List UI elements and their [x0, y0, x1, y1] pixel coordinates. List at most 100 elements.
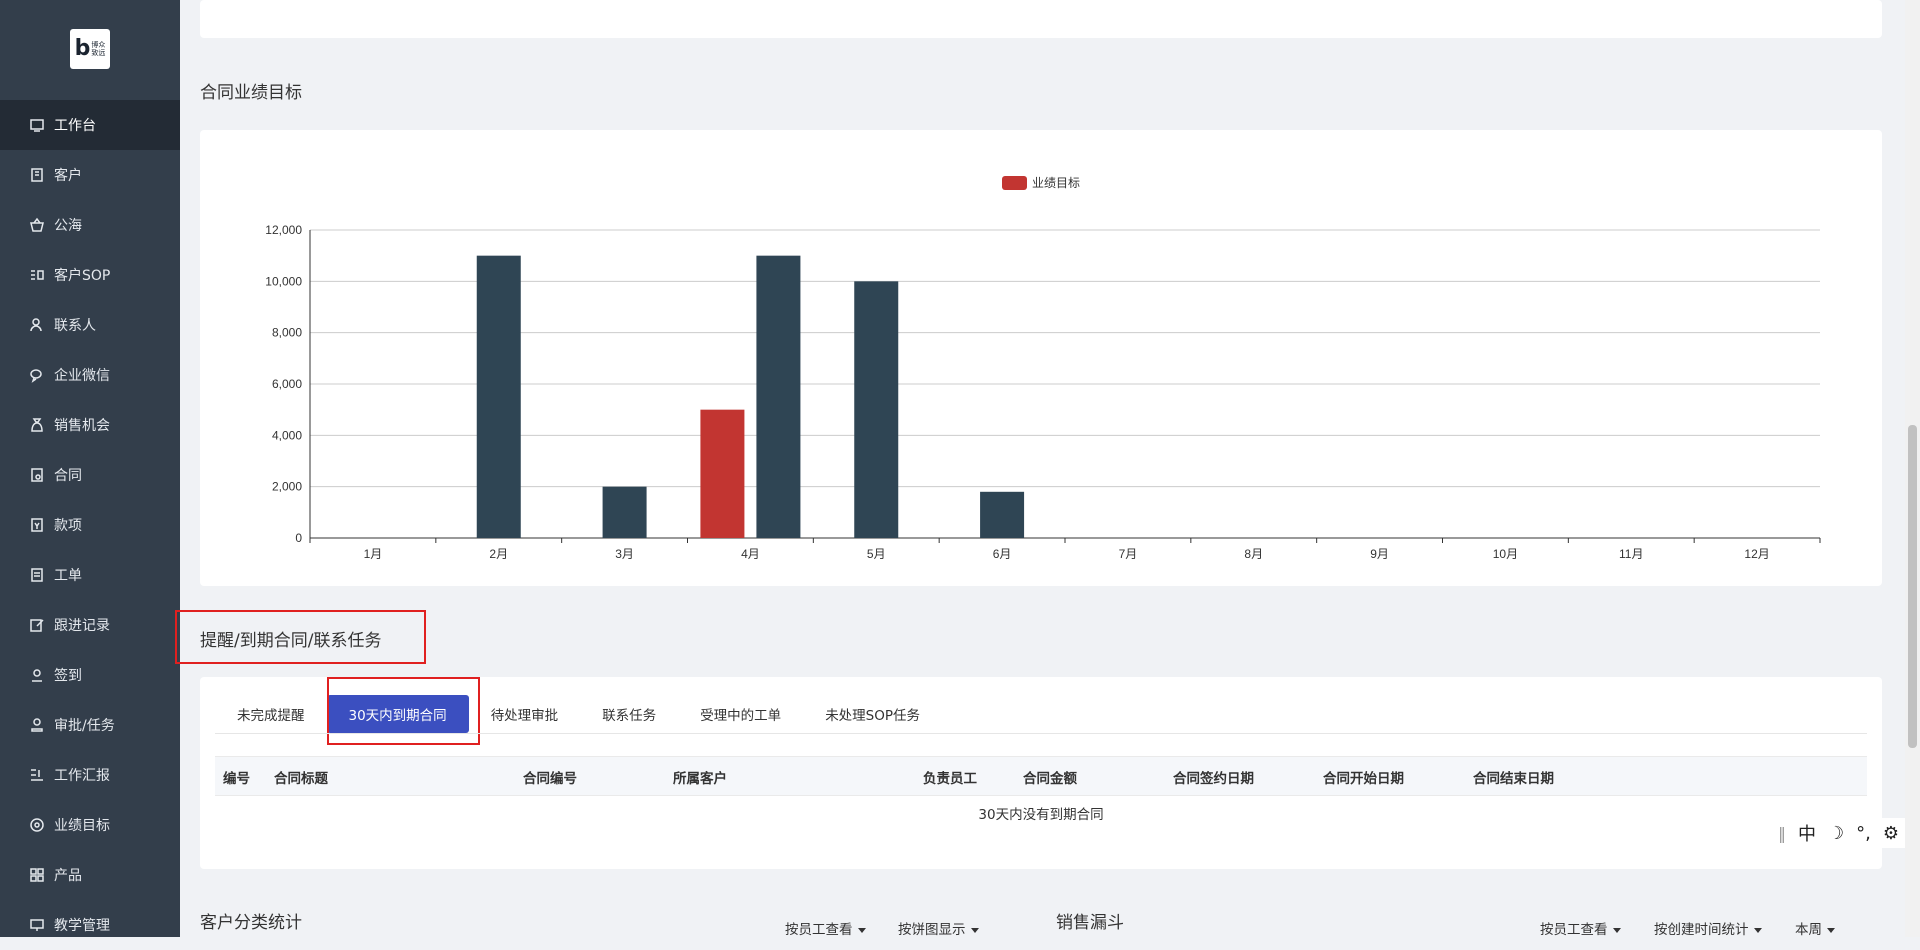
chevron-down-icon: [1612, 927, 1621, 933]
col-end-date: 合同结束日期: [1473, 771, 1554, 787]
money-bag-icon: [28, 416, 46, 434]
customer-by-employee-dropdown[interactable]: 按员工查看: [785, 918, 866, 938]
sidebar-item-label: 审批/任务: [54, 718, 115, 734]
y-tick-label: 2,000: [272, 480, 302, 494]
bar-6月-s1: [980, 491, 1025, 538]
ime-language-toggle[interactable]: 中: [1798, 820, 1816, 846]
logo[interactable]: b 博众 致远: [70, 29, 110, 69]
sidebar-item-label: 企业微信: [54, 368, 110, 384]
grid-icon: [28, 866, 46, 884]
sidebar-item-label: 工单: [54, 568, 82, 584]
x-tick-label: 8月: [1244, 547, 1263, 561]
funnel-title: 销售漏斗: [1056, 913, 1124, 933]
location-icon: [28, 666, 46, 684]
sidebar-item-16[interactable]: 教学管理: [0, 900, 180, 950]
sidebar-item-14[interactable]: 业绩目标: [0, 800, 180, 850]
y-tick-label: 10,000: [265, 274, 302, 288]
sidebar-item-6[interactable]: 销售机会: [0, 400, 180, 450]
sidebar-item-12[interactable]: 审批/任务: [0, 700, 180, 750]
customer-pie-dropdown[interactable]: 按饼图显示: [898, 918, 979, 938]
sidebar-item-label: 签到: [54, 668, 82, 684]
ime-punctuation-toggle[interactable]: °,: [1856, 823, 1871, 844]
tab-unfinished-reminders[interactable]: 未完成提醒: [237, 704, 305, 724]
tab-contact-tasks[interactable]: 联系任务: [602, 704, 656, 724]
sidebar-item-2[interactable]: 公海: [0, 200, 180, 250]
bar-2月-s1: [476, 255, 521, 538]
sidebar-item-label: 工作汇报: [54, 768, 110, 784]
report-icon: [28, 766, 46, 784]
building-icon: [28, 166, 46, 184]
sidebar-item-15[interactable]: 产品: [0, 850, 180, 900]
sidebar-item-5[interactable]: 企业微信: [0, 350, 180, 400]
funnel-period-dropdown[interactable]: 本周: [1795, 918, 1835, 938]
sidebar-item-4[interactable]: 联系人: [0, 300, 180, 350]
chevron-down-icon: [1753, 927, 1762, 933]
col-number: 编号: [223, 771, 250, 787]
sop-icon: [28, 266, 46, 284]
bar-3月-s1: [602, 486, 647, 538]
scrollbar-thumb[interactable]: [1908, 425, 1917, 748]
sidebar-item-label: 合同: [54, 468, 82, 484]
table-header: 编号 合同标题 合同编号 所属客户 负责员工 合同金额 合同签约日期 合同开始日…: [215, 756, 1867, 796]
funnel-by-created-time-dropdown[interactable]: 按创建时间统计: [1654, 918, 1762, 938]
x-tick-label: 9月: [1370, 547, 1389, 561]
sidebar-item-9[interactable]: 工单: [0, 550, 180, 600]
table-empty-text: 30天内没有到期合同: [978, 807, 1104, 823]
y-tick-label: 0: [295, 531, 302, 545]
contract-icon: [28, 466, 46, 484]
col-owner: 负责员工: [923, 771, 977, 787]
moon-icon[interactable]: ☽: [1828, 823, 1844, 844]
sidebar-item-label: 联系人: [54, 318, 96, 334]
highlight-box-title: [175, 610, 426, 664]
funnel-by-employee-dropdown[interactable]: 按员工查看: [1540, 918, 1621, 938]
chevron-down-icon: [857, 927, 866, 933]
sidebar-item-0[interactable]: 工作台: [0, 100, 180, 150]
monitor-icon: [28, 116, 46, 134]
y-tick-label: 6,000: [272, 377, 302, 391]
performance-section-title: 合同业绩目标: [200, 83, 302, 103]
sidebar-item-7[interactable]: 合同: [0, 450, 180, 500]
tab-sop-tasks[interactable]: 未处理SOP任务: [825, 704, 920, 724]
x-tick-label: 11月: [1619, 547, 1643, 561]
x-tick-label: 5月: [867, 547, 886, 561]
bar-5月-s1: [854, 281, 899, 538]
logo-letter: b: [74, 36, 91, 61]
gear-icon[interactable]: ⚙: [1883, 823, 1899, 844]
logo-line2: 致远: [91, 49, 106, 57]
bar-4月-s0: [700, 409, 745, 538]
contact-icon: [28, 316, 46, 334]
sidebar-item-11[interactable]: 签到: [0, 650, 180, 700]
x-tick-label: 6月: [993, 547, 1012, 561]
target-icon: [28, 816, 46, 834]
sidebar: b 博众 致远 工作台 客户 公海 客户SOP 联系人企业微信销售机会合同款项工单跟进记…: [0, 0, 180, 937]
tabs-divider: [215, 733, 1867, 734]
ime-toolbar[interactable]: ‖ 中 ☽ °, ⚙: [1772, 818, 1920, 848]
sidebar-item-1[interactable]: 客户: [0, 150, 180, 200]
customer-stats-title: 客户分类统计: [200, 913, 302, 933]
payment-icon: [28, 516, 46, 534]
sidebar-item-label: 销售机会: [54, 418, 110, 434]
sidebar-item-10[interactable]: 跟进记录: [0, 600, 180, 650]
tab-processing-tickets[interactable]: 受理中的工单: [700, 704, 781, 724]
edit-icon: [28, 616, 46, 634]
x-tick-label: 1月: [364, 547, 383, 561]
page-scrollbar[interactable]: [1905, 0, 1920, 937]
tab-pending-approvals[interactable]: 待处理审批: [491, 704, 559, 724]
chevron-down-icon: [970, 927, 979, 933]
sidebar-item-3[interactable]: 客户SOP: [0, 250, 180, 300]
ticket-icon: [28, 566, 46, 584]
col-sign-date: 合同签约日期: [1173, 771, 1254, 787]
y-tick-label: 8,000: [272, 326, 302, 340]
ime-handle[interactable]: ‖: [1778, 824, 1786, 843]
sidebar-item-label: 业绩目标: [54, 818, 110, 834]
legend-swatch: [1002, 175, 1027, 190]
sidebar-nav: 工作台 客户 公海 客户SOP 联系人企业微信销售机会合同款项工单跟进记录签到审批/任务…: [0, 100, 180, 950]
basket-icon: [28, 216, 46, 234]
logo-line1: 博众: [91, 41, 106, 49]
sidebar-item-label: 跟进记录: [54, 618, 110, 634]
sidebar-item-label: 款项: [54, 518, 82, 534]
col-title: 合同标题: [274, 771, 328, 787]
sidebar-item-13[interactable]: 工作汇报: [0, 750, 180, 800]
sidebar-item-8[interactable]: 款项: [0, 500, 180, 550]
chart-legend[interactable]: 业绩目标: [1002, 174, 1080, 191]
